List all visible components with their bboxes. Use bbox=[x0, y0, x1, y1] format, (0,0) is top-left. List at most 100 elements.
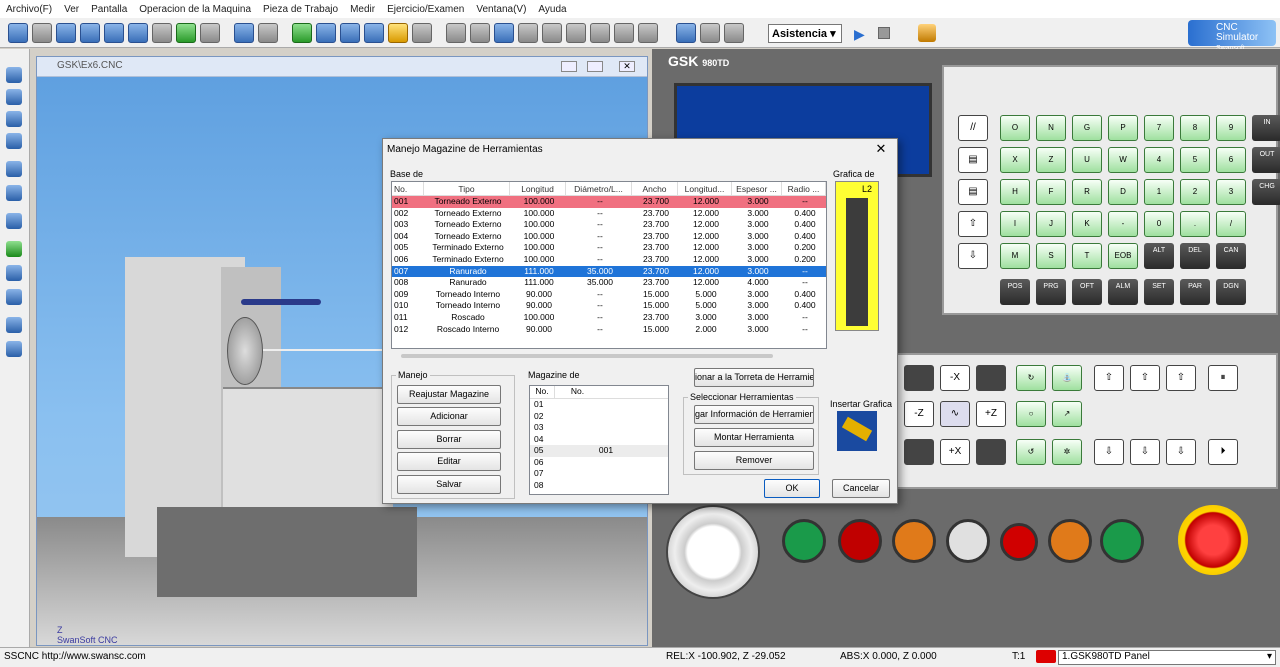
jog-minus-x[interactable]: -X bbox=[940, 365, 970, 391]
magazine-row[interactable]: 06 bbox=[530, 457, 668, 469]
key-delete[interactable]: DEL bbox=[1180, 243, 1210, 269]
menu-ver[interactable]: Ver bbox=[64, 4, 79, 15]
ok-button[interactable]: OK bbox=[764, 479, 820, 498]
mode-zero-button[interactable] bbox=[946, 519, 990, 563]
up-arrow-1-icon[interactable]: ⇧ bbox=[1094, 365, 1124, 391]
mode-step-button[interactable] bbox=[1000, 523, 1038, 561]
window-icon[interactable] bbox=[6, 67, 22, 83]
key-I[interactable]: I bbox=[1000, 211, 1030, 237]
salvar-button[interactable]: Salvar bbox=[397, 475, 501, 494]
key-K[interactable]: K bbox=[1072, 211, 1102, 237]
down-arrow-icon[interactable]: ⇩ bbox=[958, 243, 988, 269]
settings-icon[interactable] bbox=[724, 22, 744, 43]
down-arrow-2-icon[interactable]: ⇩ bbox=[1130, 439, 1160, 465]
col-header[interactable]: Ancho bbox=[632, 182, 678, 195]
key-0[interactable]: 0 bbox=[1144, 211, 1174, 237]
jog-plus-x[interactable]: +X bbox=[940, 439, 970, 465]
cut-view3-icon[interactable] bbox=[494, 22, 514, 43]
magazine-row[interactable]: 05 001 bbox=[530, 445, 668, 457]
pointer-icon[interactable] bbox=[32, 22, 52, 43]
key-P[interactable]: P bbox=[1108, 115, 1138, 141]
zoom-out-icon[interactable] bbox=[80, 22, 100, 43]
cycle-start-icon[interactable]: ⏵ bbox=[1208, 439, 1238, 465]
star-icon[interactable] bbox=[388, 22, 408, 43]
table-row[interactable]: 011 Roscado 100.000 -- 23.700 3.000 3.000 -- bbox=[392, 312, 826, 324]
key-dgn[interactable]: DGN bbox=[1216, 279, 1246, 305]
tool-path-icon[interactable] bbox=[542, 22, 562, 43]
key-M[interactable]: M bbox=[1000, 243, 1030, 269]
reajustar-button[interactable]: Reajustar Magazine bbox=[397, 385, 501, 404]
table-row[interactable]: 010 Torneado Interno 90.000 -- 15.000 5.000 3.… bbox=[392, 300, 826, 312]
key-oft[interactable]: OFT bbox=[1072, 279, 1102, 305]
table-row[interactable]: 007 Ranurado 111.000 35.000 23.700 12.000 3.00… bbox=[392, 265, 826, 278]
table-row[interactable]: 006 Terminado Externo 100.000 -- 23.700 12.00… bbox=[392, 254, 826, 266]
mode-select[interactable]: Asistencia ▾ bbox=[768, 24, 842, 43]
key-G[interactable]: G bbox=[1072, 115, 1102, 141]
key-7[interactable]: 7 bbox=[1144, 115, 1174, 141]
key-Z[interactable]: Z bbox=[1036, 147, 1066, 173]
key-8[interactable]: 8 bbox=[1180, 115, 1210, 141]
up-arrow-2-icon[interactable]: ⇧ bbox=[1130, 365, 1160, 391]
view-dropdown-icon[interactable] bbox=[258, 22, 278, 43]
montar-button[interactable]: Montar Herramienta bbox=[694, 428, 814, 447]
cube-view-icon[interactable] bbox=[6, 111, 22, 127]
key-1[interactable]: 1 bbox=[1144, 179, 1174, 205]
mode-manual-button[interactable] bbox=[1100, 519, 1144, 563]
spindle-ccw-icon[interactable]: ↺ bbox=[1016, 439, 1046, 465]
key-minus[interactable]: - bbox=[1108, 211, 1138, 237]
search-icon[interactable] bbox=[6, 213, 22, 229]
menu-operacion[interactable]: Operacion de la Maquina bbox=[139, 4, 251, 15]
cancel-button[interactable]: Cancelar bbox=[832, 479, 890, 498]
key-D[interactable]: D bbox=[1108, 179, 1138, 205]
tool-path2-icon[interactable] bbox=[566, 22, 586, 43]
up-arrow-3-icon[interactable]: ⇧ bbox=[1166, 365, 1196, 391]
key-page-down[interactable]: ▤ bbox=[958, 179, 988, 205]
cut-view4-icon[interactable] bbox=[518, 22, 538, 43]
magazine-row[interactable]: 07 bbox=[530, 468, 668, 480]
table-row[interactable]: 003 Torneado Externo 100.000 -- 23.700 12.000… bbox=[392, 219, 826, 231]
cut-view2-icon[interactable] bbox=[470, 22, 490, 43]
col-header[interactable]: Diámetro/L... bbox=[566, 182, 632, 195]
tool-icon[interactable] bbox=[316, 22, 336, 43]
key-eob[interactable]: EOB bbox=[1108, 243, 1138, 269]
select-box-icon[interactable] bbox=[200, 22, 220, 43]
key-slash[interactable]: / bbox=[1216, 211, 1246, 237]
tool-table[interactable]: No. Tipo Longitud Diámetro/L... Ancho Lo… bbox=[391, 181, 827, 349]
key-alm[interactable]: ALM bbox=[1108, 279, 1138, 305]
key-chg[interactable]: CHG bbox=[1252, 179, 1280, 205]
pan-icon[interactable] bbox=[152, 22, 172, 43]
menu-ejercicio[interactable]: Ejercicio/Examen bbox=[387, 4, 464, 15]
adicionar-button[interactable]: Adicionar bbox=[397, 407, 501, 426]
col-header[interactable]: Longitud... bbox=[678, 182, 732, 195]
cargar-info-button[interactable]: gar Información de Herramien bbox=[694, 405, 814, 424]
key-4[interactable]: 4 bbox=[1144, 147, 1174, 173]
borrar-button[interactable]: Borrar bbox=[397, 430, 501, 449]
key-F[interactable]: F bbox=[1036, 179, 1066, 205]
col-header[interactable]: Espesor ... bbox=[732, 182, 782, 195]
view-front-icon[interactable] bbox=[234, 22, 254, 43]
spindle-cw-icon[interactable]: ↻ bbox=[1016, 365, 1046, 391]
magazine-row[interactable]: 02 bbox=[530, 411, 668, 423]
globe-icon[interactable] bbox=[6, 241, 22, 257]
torreta-button[interactable]: ionar a la Torreta de Herramie bbox=[694, 368, 814, 387]
key-prg[interactable]: PRG bbox=[1036, 279, 1066, 305]
key-X[interactable]: X bbox=[1000, 147, 1030, 173]
exit-icon[interactable] bbox=[918, 24, 936, 42]
key-R[interactable]: R bbox=[1072, 179, 1102, 205]
jog-blank-1[interactable] bbox=[904, 365, 934, 391]
magazine-list[interactable]: No. No. 01 02 03 04 05 001 06 07 08 bbox=[529, 385, 669, 495]
key-insert[interactable]: ALT bbox=[1144, 243, 1174, 269]
key-in[interactable]: IN bbox=[1252, 115, 1280, 141]
key-N[interactable]: N bbox=[1036, 115, 1066, 141]
menu-medir[interactable]: Medir bbox=[350, 4, 375, 15]
magazine-row[interactable]: 01 bbox=[530, 399, 668, 411]
handwheel[interactable] bbox=[666, 505, 760, 599]
door-dropdown-icon[interactable] bbox=[700, 22, 720, 43]
feed-hold-icon[interactable]: ⏸ bbox=[1208, 365, 1238, 391]
key-O[interactable]: O bbox=[1000, 115, 1030, 141]
key-reset[interactable]: // bbox=[958, 115, 988, 141]
editar-button[interactable]: Editar bbox=[397, 452, 501, 471]
zoom-fit-icon[interactable] bbox=[128, 22, 148, 43]
mag-col-header[interactable]: No. bbox=[530, 386, 554, 398]
key-pos[interactable]: POS bbox=[1000, 279, 1030, 305]
